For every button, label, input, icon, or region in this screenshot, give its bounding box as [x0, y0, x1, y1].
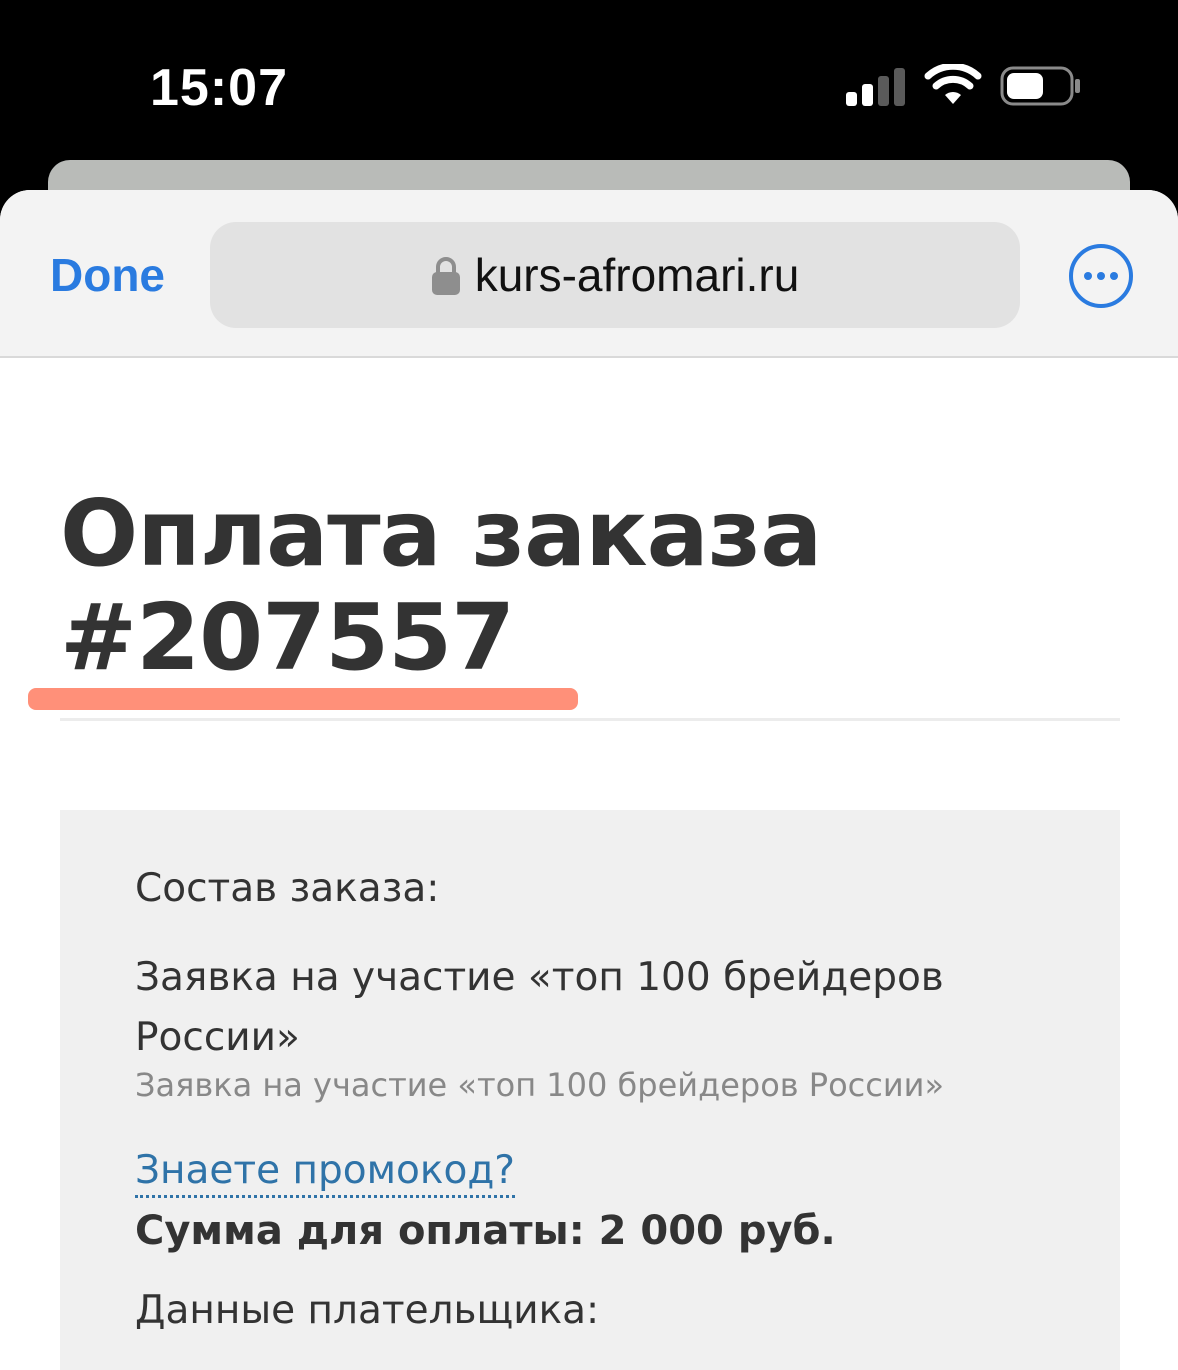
- status-time: 15:07: [150, 59, 288, 117]
- in-app-browser: Done kurs-afromari.ru Оплата заказа #207…: [0, 190, 1178, 1370]
- status-bar: 15:07: [0, 0, 1178, 160]
- browser-toolbar: Done kurs-afromari.ru: [0, 190, 1178, 358]
- url-text: kurs-afromari.ru: [474, 249, 800, 301]
- payer-data-label: Данные плательщика:: [135, 1288, 600, 1333]
- done-button[interactable]: Done: [50, 248, 165, 302]
- order-item-name: Заявка на участие «топ 100 брейдеров Рос…: [135, 955, 944, 1060]
- lock-icon: [431, 257, 460, 295]
- phone-screen: 15:07 Done kurs-afromari.ru Оплата заказ…: [0, 0, 1178, 1370]
- promo-code-link[interactable]: Знаете промокод?: [135, 1148, 515, 1198]
- cellular-signal-icon: [846, 68, 906, 106]
- ellipsis-circle-icon[interactable]: [1068, 243, 1134, 309]
- address-bar[interactable]: kurs-afromari.ru: [210, 222, 1020, 328]
- divider: [60, 718, 1120, 721]
- order-summary-box: Состав заказа: Заявка на участие «топ 10…: [60, 810, 1120, 1370]
- highlight-underline: [28, 688, 578, 710]
- battery-icon: [1000, 66, 1080, 106]
- payment-sum: Сумма для оплаты: 2 000 руб.: [135, 1208, 836, 1254]
- page-title: Оплата заказа #207557: [60, 480, 822, 691]
- web-page: Оплата заказа #207557 Состав заказа: Зая…: [0, 360, 1178, 1370]
- order-item-description: Заявка на участие «топ 100 брейдеров Рос…: [135, 1066, 945, 1104]
- order-composition-label: Состав заказа:: [135, 866, 440, 911]
- wifi-icon: [924, 64, 982, 104]
